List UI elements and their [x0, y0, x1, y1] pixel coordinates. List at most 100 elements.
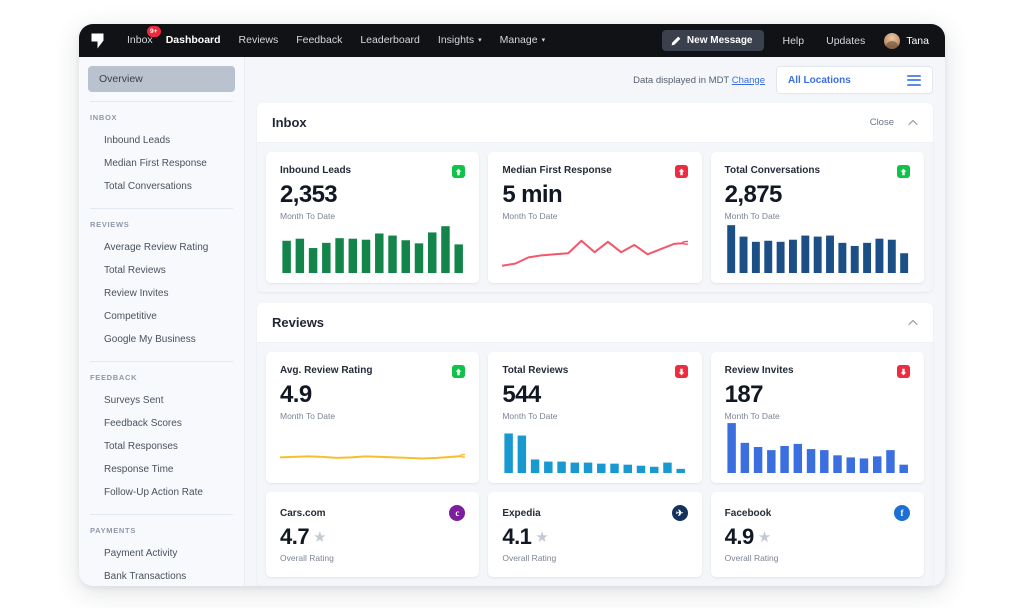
nav-item-reviews[interactable]: Reviews: [230, 24, 288, 57]
sidebar-item-payment-activity[interactable]: Payment Activity: [88, 542, 235, 565]
metric-card-review-invites[interactable]: Review Invites 187 Month To Date: [711, 352, 924, 483]
sidebar-item-inbound-leads[interactable]: Inbound Leads: [88, 129, 235, 152]
logo-glyph: c: [455, 508, 459, 518]
rating-value: 4.1: [502, 525, 531, 548]
sidebar-item-bank-transactions[interactable]: Bank Transactions: [88, 565, 235, 586]
change-timezone-link[interactable]: Change: [732, 75, 765, 86]
nav-item-manage-label: Manage: [500, 34, 538, 46]
app-body: Overview INBOX Inbound Leads Median Firs…: [79, 57, 945, 586]
sparkline-line-chart: [280, 421, 465, 473]
sidebar-divider: [90, 101, 233, 102]
sidebar-item-competitive[interactable]: Competitive: [88, 305, 235, 328]
sparkline-bar-chart: [280, 221, 465, 273]
sidebar-divider: [90, 208, 233, 209]
metric-title: Total Reviews: [502, 365, 568, 376]
logo-glyph: ✈: [676, 508, 684, 519]
sidebar-group-title-feedback: FEEDBACK: [88, 373, 235, 389]
chevron-up-icon[interactable]: [908, 118, 918, 128]
sidebar-group-inbox: INBOX Inbound Leads Median First Respons…: [88, 113, 235, 198]
sidebar-group-feedback: FEEDBACK Surveys Sent Feedback Scores To…: [88, 373, 235, 504]
rating-cards-row: Cars.com c 4.7 ★ Overall Rating: [257, 492, 933, 586]
metric-title: Total Conversations: [725, 165, 820, 176]
sidebar-item-average-review-rating[interactable]: Average Review Rating: [88, 236, 235, 259]
nav-item-inbox[interactable]: Inbox 9+: [118, 24, 157, 57]
sidebar-item-total-reviews[interactable]: Total Reviews: [88, 259, 235, 282]
metric-subtitle: Month To Date: [502, 211, 687, 221]
nav-item-dashboard[interactable]: Dashboard: [157, 24, 230, 57]
star-icon: ★: [535, 530, 548, 545]
app-window: Inbox 9+ Dashboard Reviews Feedback Lead…: [79, 24, 945, 586]
nav-items: Inbox 9+ Dashboard Reviews Feedback Lead…: [118, 24, 554, 58]
metric-card-total-reviews[interactable]: Total Reviews 544 Month To Date: [488, 352, 701, 483]
metric-value: 5 min: [502, 182, 687, 207]
sidebar-item-overview[interactable]: Overview: [88, 66, 235, 92]
chevron-up-icon[interactable]: [908, 318, 918, 328]
metric-title: Avg. Review Rating: [280, 365, 372, 376]
panel-reviews: Reviews Avg. Review Rating: [257, 303, 933, 586]
sidebar-item-review-invites[interactable]: Review Invites: [88, 282, 235, 305]
panel-inbox-close-link[interactable]: Close: [870, 117, 894, 128]
rating-value-row: 4.1 ★: [502, 525, 687, 548]
panel-reviews-header: Reviews: [257, 303, 933, 343]
sidebar-divider: [90, 514, 233, 515]
sparkline-bar-chart: [725, 221, 910, 273]
location-filter-label: All Locations: [788, 75, 851, 86]
trend-up-badge: [452, 365, 465, 378]
sparkline-bar-chart: [725, 421, 910, 473]
sidebar-item-total-responses[interactable]: Total Responses: [88, 435, 235, 458]
facebook-logo-icon: f: [894, 505, 910, 521]
star-icon: ★: [758, 530, 771, 545]
nav-item-manage[interactable]: Manage ▾: [491, 24, 554, 58]
nav-item-feedback[interactable]: Feedback: [287, 24, 351, 57]
new-message-button[interactable]: New Message: [662, 30, 764, 51]
sidebar-item-response-time[interactable]: Response Time: [88, 458, 235, 481]
sidebar-item-median-first-response[interactable]: Median First Response: [88, 152, 235, 175]
rating-value-row: 4.7 ★: [280, 525, 465, 548]
user-menu[interactable]: Tana: [876, 33, 929, 49]
location-filter-select[interactable]: All Locations: [776, 66, 933, 94]
metric-title: Review Invites: [725, 365, 794, 376]
nav-item-leaderboard[interactable]: Leaderboard: [351, 24, 429, 57]
timezone-note: Data displayed in MDT Change: [633, 75, 765, 86]
hamburger-icon: [907, 75, 921, 86]
user-name-label: Tana: [906, 35, 929, 47]
sidebar-item-total-conversations[interactable]: Total Conversations: [88, 175, 235, 198]
nav-item-insights[interactable]: Insights▾: [429, 24, 491, 58]
rating-header: Expedia ✈: [502, 505, 687, 521]
sidebar-item-google-my-business[interactable]: Google My Business: [88, 328, 235, 351]
metric-card-total-conversations[interactable]: Total Conversations 2,875 Month To Date: [711, 152, 924, 283]
timezone-note-label: Data displayed in MDT: [633, 75, 729, 86]
metric-card-median-first-response[interactable]: Median First Response 5 min Month To Dat…: [488, 152, 701, 283]
podium-logo-icon[interactable]: [90, 33, 105, 49]
rating-card-cars-com[interactable]: Cars.com c 4.7 ★ Overall Rating: [266, 492, 479, 577]
pencil-icon: [671, 36, 681, 46]
panel-reviews-actions: [908, 318, 918, 328]
nav-link-help[interactable]: Help: [772, 35, 816, 47]
metric-card-avg-review-rating[interactable]: Avg. Review Rating 4.9 Month To Date: [266, 352, 479, 483]
metric-card-inbound-leads[interactable]: Inbound Leads 2,353 Month To Date: [266, 152, 479, 283]
sidebar-group-payments: PAYMENTS Payment Activity Bank Transacti…: [88, 526, 235, 586]
metric-subtitle: Month To Date: [502, 411, 687, 421]
panel-inbox-title: Inbox: [272, 115, 307, 130]
sidebar-item-surveys-sent[interactable]: Surveys Sent: [88, 389, 235, 412]
nav-right-group: New Message Help Updates Tana: [662, 30, 929, 51]
sidebar-item-follow-up-action-rate[interactable]: Follow-Up Action Rate: [88, 481, 235, 504]
rating-header: Facebook f: [725, 505, 910, 521]
trend-down-badge: [675, 365, 688, 378]
avatar: [884, 33, 900, 49]
trend-up-badge: [897, 165, 910, 178]
sidebar-divider: [90, 361, 233, 362]
rating-header: Cars.com c: [280, 505, 465, 521]
sparkline-line-chart: [502, 221, 687, 273]
panel-reviews-title: Reviews: [272, 315, 324, 330]
nav-link-updates[interactable]: Updates: [815, 35, 876, 47]
new-message-label: New Message: [687, 35, 753, 46]
metric-subtitle: Month To Date: [280, 211, 465, 221]
metric-header: Review Invites: [725, 365, 910, 378]
chevron-down-icon: ▾: [542, 24, 546, 57]
sidebar-item-feedback-scores[interactable]: Feedback Scores: [88, 412, 235, 435]
rating-card-facebook[interactable]: Facebook f 4.9 ★ Overall Rating: [711, 492, 924, 577]
sidebar-group-title-reviews: REVIEWS: [88, 220, 235, 236]
panel-inbox: Inbox Close Inbound Leads: [257, 103, 933, 292]
rating-card-expedia[interactable]: Expedia ✈ 4.1 ★ Overall Rating: [488, 492, 701, 577]
